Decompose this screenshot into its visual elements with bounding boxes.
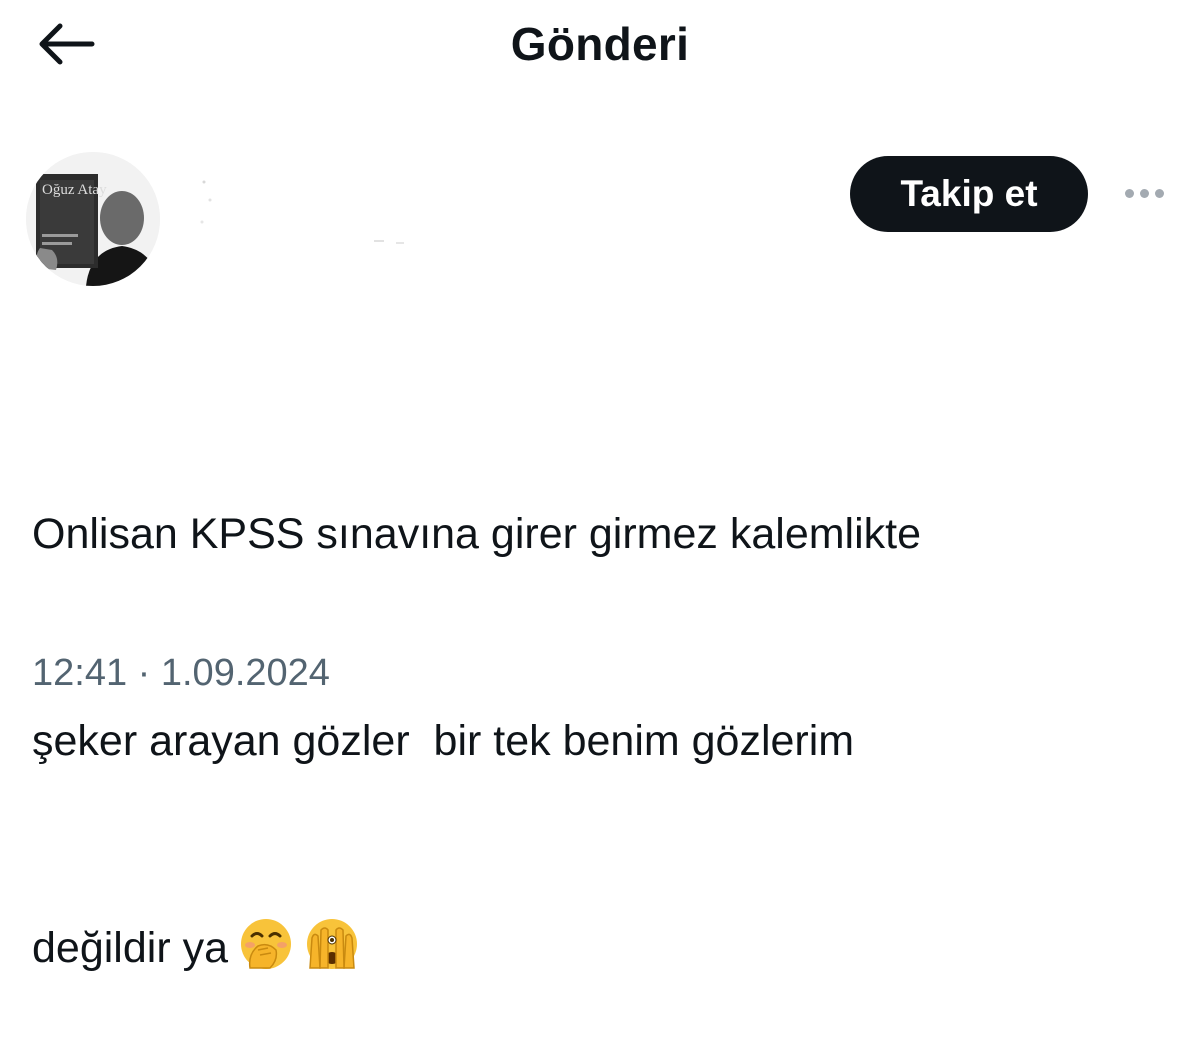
more-dot-icon bbox=[1124, 188, 1134, 198]
avatar-book-title: Oğuz Atay bbox=[42, 182, 107, 198]
face-with-peeking-eye-icon bbox=[307, 919, 357, 969]
face-with-hand-over-mouth-icon bbox=[241, 919, 291, 969]
tweet-line: şeker arayan gözler bir tek benim gözler… bbox=[32, 717, 855, 765]
more-dot-icon bbox=[1139, 188, 1149, 198]
author-name-redacted bbox=[190, 170, 450, 260]
avatar[interactable]: Oğuz Atay bbox=[26, 152, 160, 286]
top-bar: Gönderi bbox=[0, 0, 1200, 90]
page-title: Gönderi bbox=[510, 18, 690, 70]
more-dot-icon bbox=[1154, 188, 1164, 198]
tweet-line-last: değildir ya bbox=[32, 914, 1152, 983]
tweet-line-text: değildir ya bbox=[32, 924, 228, 972]
tweet-line: Onlisan KPSS sınavına girer girmez kalem… bbox=[32, 510, 922, 558]
tweet-timestamp[interactable]: 12:41 · 1.09.2024 bbox=[32, 652, 330, 695]
more-options-button[interactable] bbox=[1116, 176, 1172, 210]
follow-button[interactable]: Takip et bbox=[850, 156, 1088, 232]
tweet-text: Onlisan KPSS sınavına girer girmez kalem… bbox=[32, 362, 1152, 1052]
